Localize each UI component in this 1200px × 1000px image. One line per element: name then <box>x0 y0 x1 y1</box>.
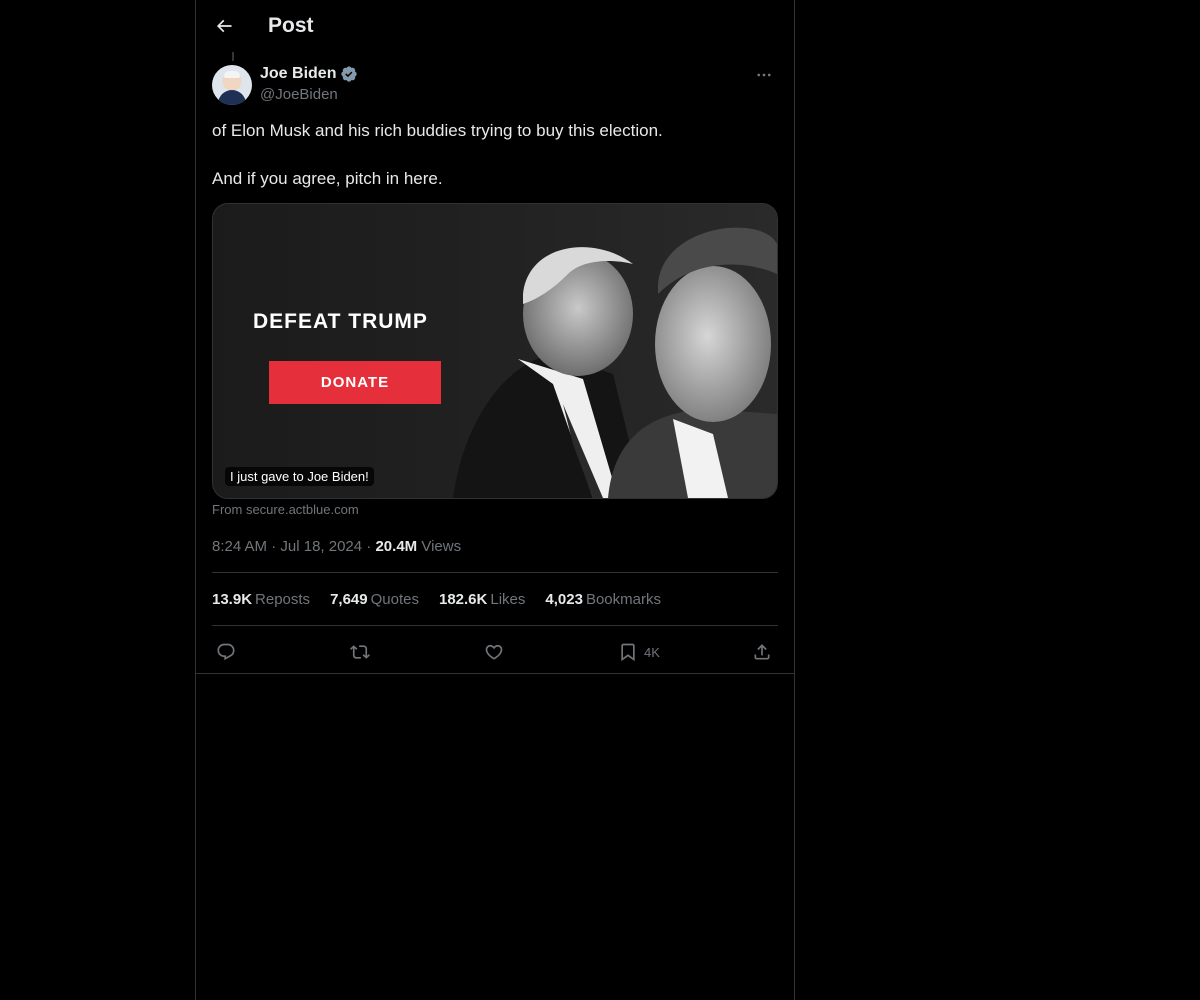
stat-reposts[interactable]: 13.9K Reposts <box>212 591 310 608</box>
avatar-hair <box>224 71 240 78</box>
more-button[interactable] <box>750 65 778 85</box>
header: Post <box>196 0 794 53</box>
stat-label: Reposts <box>255 591 311 608</box>
stat-number: 4,023 <box>545 591 583 608</box>
reply-button[interactable] <box>216 638 236 666</box>
like-button[interactable] <box>484 638 504 666</box>
stat-number: 7,649 <box>330 591 368 608</box>
divider <box>212 572 778 573</box>
repost-button[interactable] <box>350 638 370 666</box>
post-text-line: And if you agree, pitch in here. <box>212 169 443 188</box>
author-name-row: Joe Biden <box>260 65 358 83</box>
post-stats: 13.9K Reposts 7,649 Quotes 182.6K Likes 4,0… <box>212 591 681 608</box>
page-title: Post <box>268 14 314 37</box>
post-author: Joe Biden @JoeBiden <box>212 65 778 107</box>
post-text-line: of Elon Musk and his rich buddies trying… <box>212 121 663 140</box>
stat-likes[interactable]: 182.6K Likes <box>439 591 525 608</box>
bookmark-icon <box>621 643 635 662</box>
like-icon <box>485 644 503 660</box>
stat-bookmarks[interactable]: 4,023 Bookmarks <box>545 591 661 608</box>
bookmark-button[interactable]: 4K <box>618 638 660 666</box>
reply-icon <box>217 643 235 661</box>
meta-separator: · <box>271 538 281 555</box>
avatar[interactable] <box>212 65 252 105</box>
card-source-link[interactable]: From secure.actblue.com <box>212 502 359 517</box>
action-bar: 4K <box>212 638 778 666</box>
more-icon <box>757 73 771 77</box>
post-date[interactable]: Jul 18, 2024 <box>280 538 362 555</box>
share-button[interactable] <box>752 638 772 666</box>
stat-number: 182.6K <box>438 591 488 608</box>
post-meta: 8:24 AM · Jul 18, 2024 · 20.4M Views <box>212 538 461 555</box>
views-count: 20.4M <box>375 538 418 555</box>
author-handle[interactable]: @JoeBiden <box>260 86 338 103</box>
stat-number: 13.9K <box>212 591 253 608</box>
link-card[interactable]: DEFEAT TRUMP DONATE I just gave to Joe B… <box>212 203 778 499</box>
stat-label: Likes <box>490 591 526 608</box>
views-label: Views <box>421 538 462 555</box>
card-headline: DEFEAT TRUMP <box>253 310 428 333</box>
stat-label: Bookmarks <box>585 591 661 608</box>
post-column: Post Joe Biden @JoeBiden of Elon Musk an… <box>195 0 795 1000</box>
avatar-suit <box>218 90 246 105</box>
back-arrow-icon <box>216 19 232 33</box>
post-time[interactable]: 8:24 AM <box>212 538 267 555</box>
share-icon <box>754 644 770 660</box>
divider <box>212 625 778 626</box>
author-name[interactable]: Joe Biden <box>260 65 336 83</box>
stat-label: Quotes <box>370 591 419 608</box>
bookmark-count: 4K <box>644 644 660 660</box>
thread-connector <box>232 52 234 61</box>
card-portraits-image <box>453 227 777 498</box>
repost-icon <box>350 645 370 659</box>
stat-quotes[interactable]: 7,649 Quotes <box>330 591 419 608</box>
back-button[interactable] <box>210 12 238 40</box>
verified-badge-icon <box>341 66 358 82</box>
card-donate-button: DONATE <box>269 361 441 404</box>
card-badge: I just gave to Joe Biden! <box>225 467 374 486</box>
divider <box>196 673 794 674</box>
